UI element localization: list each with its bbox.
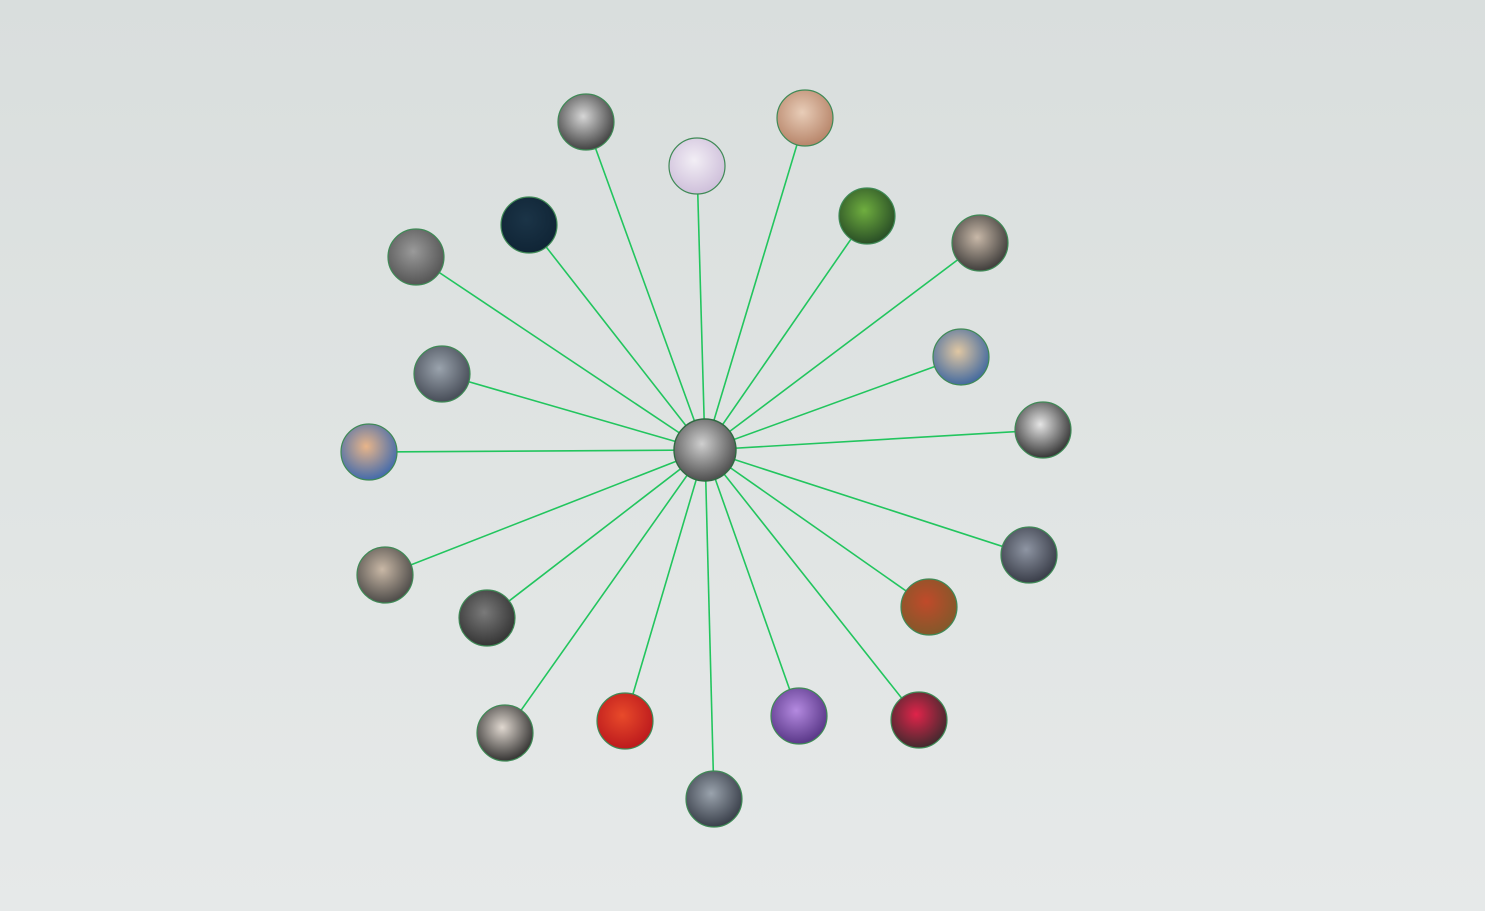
artist-node-artist-18[interactable] [770,687,828,745]
nodes-layer [340,89,1072,828]
edge-artist-18 [704,449,800,717]
artist-node-artist-14[interactable] [900,578,958,636]
edge-artist-17 [624,449,706,722]
artist-node-artist-13[interactable] [356,546,414,604]
artist-node-artist-10[interactable] [1014,401,1072,459]
artist-node-artist-05[interactable] [838,187,896,245]
artist-node-artist-15[interactable] [458,589,516,647]
artist-node-artist-11[interactable] [340,423,398,481]
artist-node-artist-02[interactable] [668,137,726,195]
edge-artist-12 [704,449,1030,556]
edge-artist-04 [528,224,706,451]
edge-artist-10 [704,429,1044,451]
edge-artist-14 [704,449,930,608]
edge-artist-02 [696,165,706,451]
artist-node-artist-01[interactable] [557,93,615,151]
edge-artist-08 [704,356,962,451]
artist-node-center-artist[interactable] [673,418,737,482]
edge-artist-09 [441,373,706,451]
artist-node-artist-12[interactable] [1000,526,1058,584]
artist-node-artist-09[interactable] [413,345,471,403]
artist-node-artist-03[interactable] [776,89,834,147]
artist-node-artist-08[interactable] [932,328,990,386]
artist-node-artist-16[interactable] [476,704,534,762]
artist-node-artist-04[interactable] [500,196,558,254]
edge-artist-11 [368,449,706,453]
edge-artist-13 [384,449,706,576]
artist-network-graph [340,89,1072,828]
artist-node-artist-17[interactable] [596,692,654,750]
edge-artist-19 [704,449,920,721]
artist-node-artist-20[interactable] [685,770,743,828]
edge-artist-05 [704,215,868,451]
edge-artist-20 [704,449,715,800]
edge-artist-16 [504,449,706,734]
edge-artist-15 [486,449,706,619]
artist-node-artist-06[interactable] [951,214,1009,272]
artist-node-artist-07[interactable] [387,228,445,286]
artist-node-artist-19[interactable] [890,691,948,749]
